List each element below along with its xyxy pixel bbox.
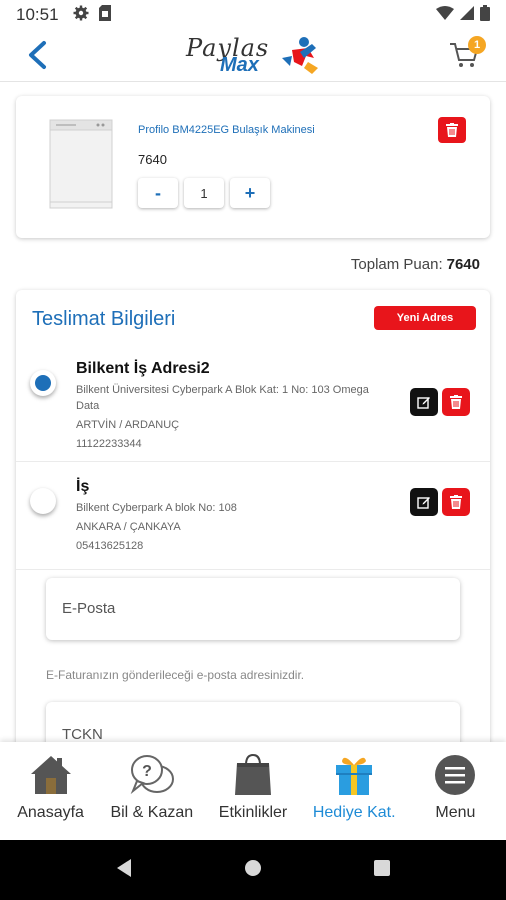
- address-line: Bilkent Üniversitesi Cyberpark A Blok Ka…: [76, 384, 369, 412]
- address-item[interactable]: Bilkent İş Adresi2 Bilkent Üniversitesi …: [16, 352, 490, 462]
- nav-label-active: Hediye Kat.: [312, 804, 396, 821]
- address-city: ANKARA / ÇANKAYA: [76, 521, 181, 533]
- address-item[interactable]: İş Bilkent Cyberpark A blok No: 108 ANKA…: [16, 470, 490, 570]
- nav-label: Menu: [435, 804, 476, 821]
- cart-count-badge: 1: [468, 36, 486, 54]
- system-back-button[interactable]: [115, 858, 133, 883]
- nav-item-anasayfa[interactable]: Anasayfa: [0, 742, 101, 840]
- cart-content: Profilo BM4225EG Bulaşık Makinesi 7640 -…: [0, 82, 506, 742]
- total-points-label: Toplam Puan:: [350, 256, 443, 273]
- square-recents-icon: [374, 859, 390, 876]
- chevron-left-icon: [29, 41, 46, 69]
- triangle-back-icon: [117, 858, 131, 877]
- running-person-icon: [278, 36, 322, 81]
- trash-icon: [450, 395, 462, 409]
- bottom-navigation: Anasayfa ? Bil & Kazan Etkinlikler Hediy…: [0, 742, 506, 840]
- house-icon: [28, 752, 74, 798]
- new-address-button[interactable]: Yeni Adres: [374, 306, 476, 330]
- address-city: ARTVİN / ARDANUÇ: [76, 419, 180, 431]
- status-time: 10:51: [16, 5, 59, 24]
- product-name[interactable]: Profilo BM4225EG Bulaşık Makinesi: [138, 124, 315, 136]
- system-recents-button[interactable]: [373, 859, 391, 882]
- gear-icon: [73, 5, 89, 26]
- increase-quantity-button[interactable]: +: [230, 178, 270, 208]
- tckn-field[interactable]: TCKN: [46, 702, 460, 742]
- address-phone: 11122233344: [76, 438, 142, 450]
- decrease-quantity-button[interactable]: -: [138, 178, 178, 208]
- address-title: Bilkent İş Adresi2: [76, 360, 210, 377]
- system-home-button[interactable]: [243, 858, 263, 883]
- question-bubble-icon: ?: [129, 752, 175, 798]
- trash-icon: [446, 123, 458, 137]
- nav-item-hediye-kat[interactable]: Hediye Kat.: [304, 742, 405, 840]
- paylasmax-logo: Paylas Max: [186, 32, 326, 80]
- android-navigation-bar: [0, 840, 506, 900]
- address-title: İş: [76, 478, 90, 495]
- address-line: Bilkent Cyberpark A blok No: 108: [76, 502, 237, 514]
- circle-home-icon: [245, 859, 261, 876]
- nav-item-menu[interactable]: Menu: [405, 742, 506, 840]
- gift-icon: [331, 752, 377, 798]
- status-bar: 10:51: [0, 0, 506, 30]
- shopping-bag-icon: [230, 752, 276, 798]
- nav-label: Anasayfa: [17, 804, 84, 821]
- nav-label: Bil & Kazan: [110, 804, 194, 821]
- quantity-stepper: - 1 +: [138, 178, 270, 208]
- total-points-row: Toplam Puan: 7640: [351, 256, 480, 273]
- remove-item-button[interactable]: [438, 117, 466, 143]
- app-header: Paylas Max 1: [0, 30, 506, 82]
- battery-icon: [480, 4, 490, 26]
- cart-button[interactable]: 1: [448, 36, 486, 74]
- total-points-value: 7640: [446, 256, 480, 273]
- delivery-title: Teslimat Bilgileri: [32, 308, 176, 330]
- address-radio[interactable]: [30, 488, 56, 514]
- nav-item-etkinlikler[interactable]: Etkinlikler: [202, 742, 303, 840]
- back-button[interactable]: [20, 38, 54, 72]
- product-image: [46, 116, 116, 212]
- cart-item-card: Profilo BM4225EG Bulaşık Makinesi 7640 -…: [16, 96, 490, 238]
- svg-text:?: ?: [142, 763, 152, 780]
- edit-address-button[interactable]: [410, 388, 438, 416]
- address-radio-selected[interactable]: [30, 370, 56, 396]
- wifi-icon: [436, 5, 454, 25]
- menu-icon: [432, 752, 478, 798]
- delete-address-button[interactable]: [442, 488, 470, 516]
- signal-icon: [460, 5, 474, 25]
- edit-address-button[interactable]: [410, 488, 438, 516]
- edit-icon: [417, 497, 430, 509]
- email-hint: E-Faturanızın gönderileceği e-posta adre…: [46, 668, 305, 682]
- product-points: 7640: [138, 152, 167, 167]
- edit-icon: [417, 397, 430, 409]
- delete-address-button[interactable]: [442, 388, 470, 416]
- sim-icon: [98, 4, 111, 26]
- address-phone: 05413625128: [76, 540, 144, 552]
- nav-label: Etkinlikler: [218, 804, 288, 821]
- email-field[interactable]: E-Posta: [46, 578, 460, 640]
- nav-item-bil-kazan[interactable]: ? Bil & Kazan: [101, 742, 202, 840]
- trash-icon: [450, 495, 462, 509]
- logo-text-max: Max: [220, 54, 259, 76]
- delivery-info-card: Teslimat Bilgileri Yeni Adres Bilkent İş…: [16, 290, 490, 742]
- quantity-value: 1: [184, 178, 224, 208]
- radio-selected-dot: [35, 375, 51, 391]
